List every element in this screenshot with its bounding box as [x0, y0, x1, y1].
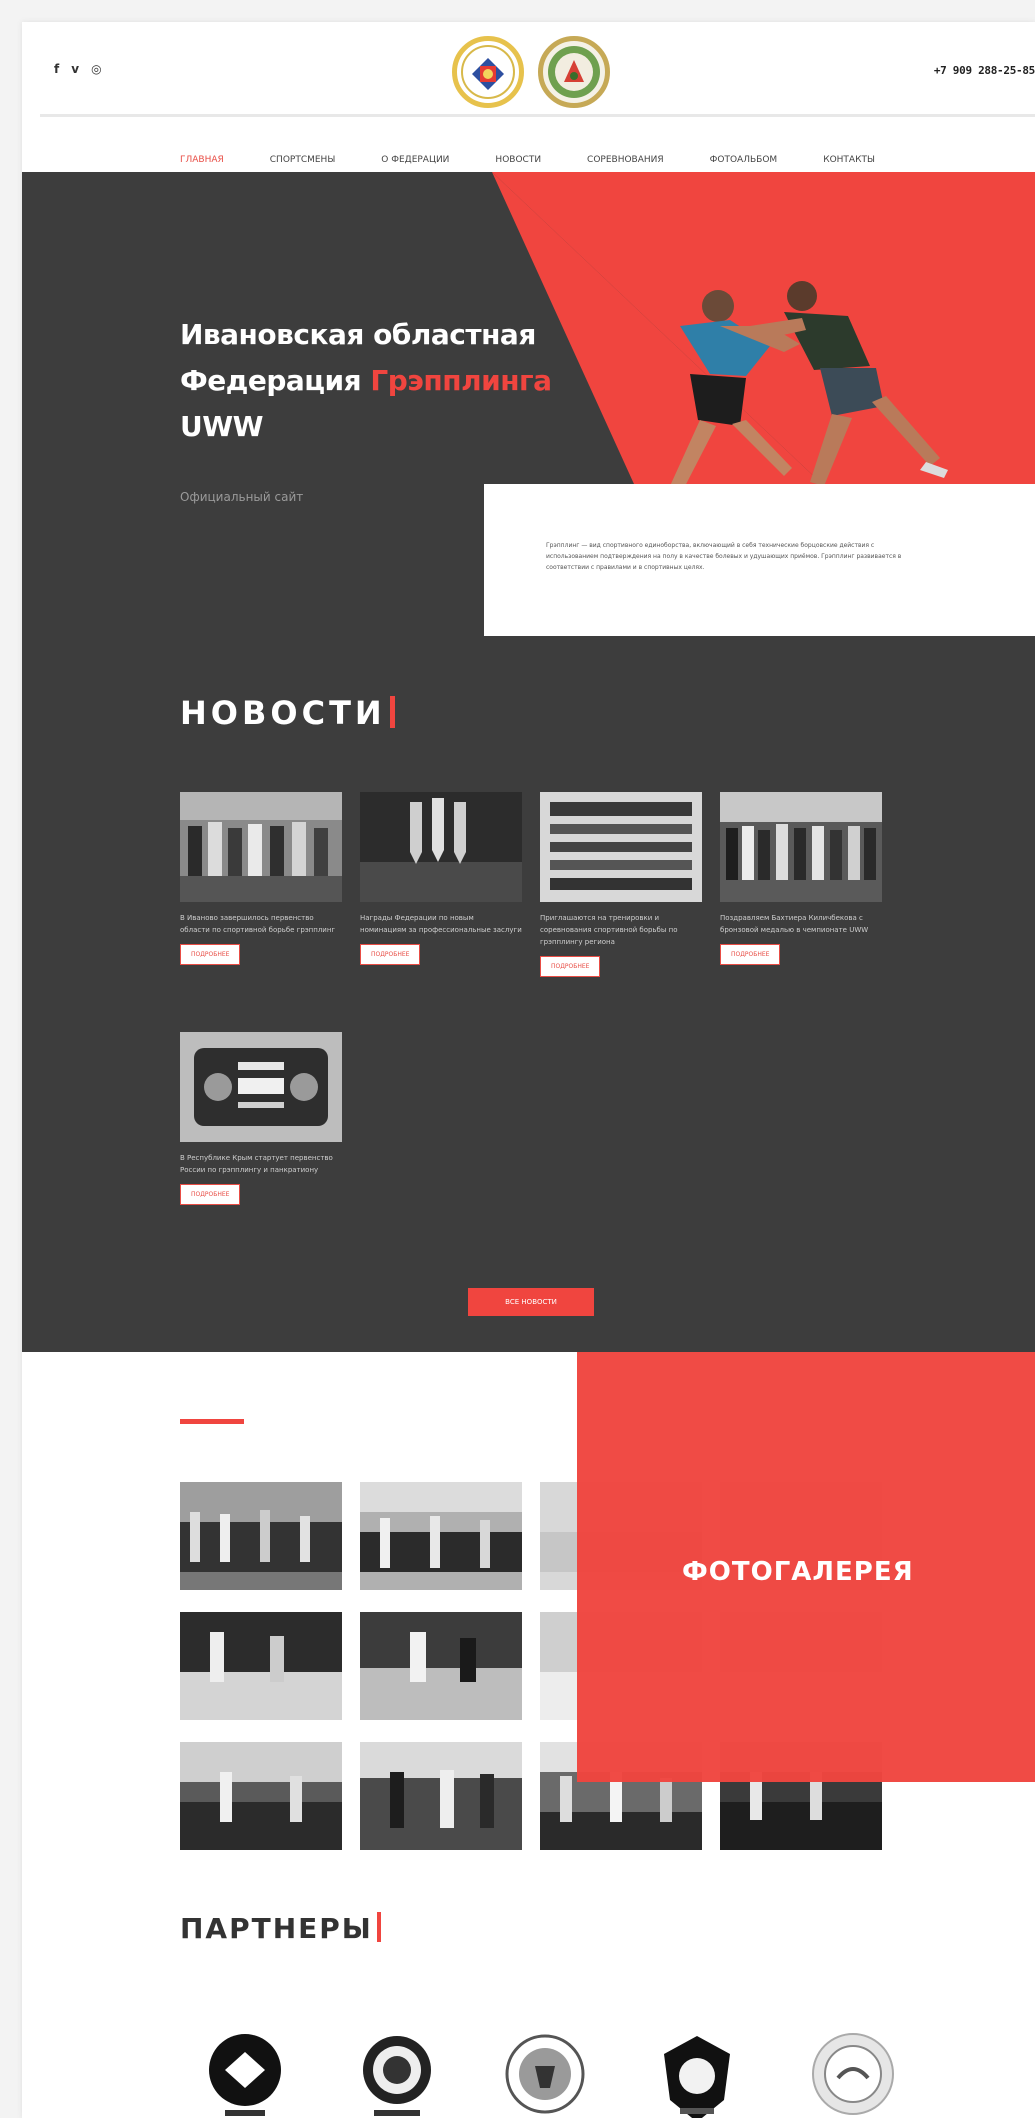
partner-logo[interactable] — [352, 2030, 442, 2118]
main-nav: ГЛАВНАЯ СПОРТСМЕНЫ О ФЕДЕРАЦИИ НОВОСТИ С… — [180, 155, 875, 165]
hero-subtitle: Официальный сайт — [180, 490, 304, 504]
news-more-button[interactable]: ПОДРОБНЕЕ — [540, 956, 601, 977]
news-card[interactable]: В Республике Крым стартует первенство Ро… — [180, 1032, 342, 1205]
news-card[interactable]: Приглашаются на тренировки и соревновани… — [540, 792, 702, 977]
nav-contacts[interactable]: КОНТАКТЫ — [823, 155, 875, 165]
federation-logos — [452, 36, 610, 108]
nav-home[interactable]: ГЛАВНАЯ — [180, 155, 224, 165]
nav-news[interactable]: НОВОСТИ — [495, 155, 541, 165]
federation-logo[interactable] — [452, 36, 524, 108]
news-card[interactable]: В Иваново завершилось первенство области… — [180, 792, 342, 965]
gallery-photo[interactable] — [360, 1742, 522, 1850]
news-more-button[interactable]: ПОДРОБНЕЕ — [180, 944, 241, 965]
partners-heading: ПАРТНЕРЫ — [180, 1912, 381, 1945]
gallery-photo[interactable] — [180, 1612, 342, 1720]
instagram-icon[interactable]: ◎ — [91, 62, 101, 76]
about-text: Грэпплинг — вид спортивного единоборства… — [546, 542, 902, 571]
news-text: Поздравляем Бахтиера Киличбекова с бронз… — [720, 914, 869, 934]
header-divider — [40, 114, 1035, 117]
page: f v ◎ +7 909 288-25-85 ГЛАВНАЯ СПОРТСМЕН… — [22, 22, 1035, 2118]
news-thumbnail[interactable] — [720, 792, 882, 902]
news-more-button[interactable]: ПОДРОБНЕЕ — [720, 944, 781, 965]
news-heading: НОВОСТИ — [180, 694, 395, 732]
vk-icon[interactable]: v — [71, 62, 79, 76]
social-links: f v ◎ — [54, 62, 102, 76]
nav-athletes[interactable]: СПОРТСМЕНЫ — [270, 155, 336, 165]
wrestlers-image — [662, 281, 948, 502]
phone-number[interactable]: +7 909 288-25-85 — [934, 64, 1035, 77]
nav-competitions[interactable]: СОРЕВНОВАНИЯ — [587, 155, 664, 165]
partner-logo[interactable] — [808, 2030, 898, 2118]
gallery-photo[interactable] — [360, 1612, 522, 1720]
news-thumbnail[interactable] — [180, 1032, 342, 1142]
partner-logo[interactable] — [200, 2030, 290, 2118]
all-news-button[interactable]: ВСЕ НОВОСТИ — [468, 1288, 594, 1316]
news-card[interactable]: Награды Федерации по новым номинациям за… — [360, 792, 522, 965]
news-more-button[interactable]: ПОДРОБНЕЕ — [180, 1184, 241, 1205]
facebook-icon[interactable]: f — [54, 62, 59, 76]
partner-logo[interactable] — [652, 2030, 742, 2118]
partner-logo[interactable] — [500, 2030, 590, 2118]
nav-photo[interactable]: ФОТОАЛЬБОМ — [710, 155, 778, 165]
news-text: В Иваново завершилось первенство области… — [180, 914, 336, 934]
news-thumbnail[interactable] — [360, 792, 522, 902]
nav-about[interactable]: О ФЕДЕРАЦИИ — [381, 155, 449, 165]
grappling-logo[interactable] — [538, 36, 610, 108]
about-box: Грэпплинг — вид спортивного единоборства… — [484, 484, 1035, 636]
news-thumbnail[interactable] — [180, 792, 342, 902]
news-card[interactable]: Поздравляем Бахтиера Киличбекова с бронз… — [720, 792, 882, 965]
hero-title: Ивановская областная Федерация Грэпплинг… — [180, 318, 552, 443]
news-text: Приглашаются на тренировки и соревновани… — [540, 914, 678, 946]
gallery-photo[interactable] — [180, 1482, 342, 1590]
hero-section: Ивановская областная Федерация Грэпплинг… — [22, 172, 1035, 1352]
news-more-button[interactable]: ПОДРОБНЕЕ — [360, 944, 421, 965]
gallery-title[interactable]: ФОТОГАЛЕРЕЯ — [682, 1557, 914, 1587]
news-text: Награды Федерации по новым номинациям за… — [360, 914, 522, 934]
gallery-accent-line — [180, 1419, 244, 1424]
gallery-photo[interactable] — [180, 1742, 342, 1850]
gallery-photo[interactable] — [360, 1482, 522, 1590]
news-text: В Республике Крым стартует первенство Ро… — [180, 1154, 333, 1174]
news-thumbnail[interactable] — [540, 792, 702, 902]
